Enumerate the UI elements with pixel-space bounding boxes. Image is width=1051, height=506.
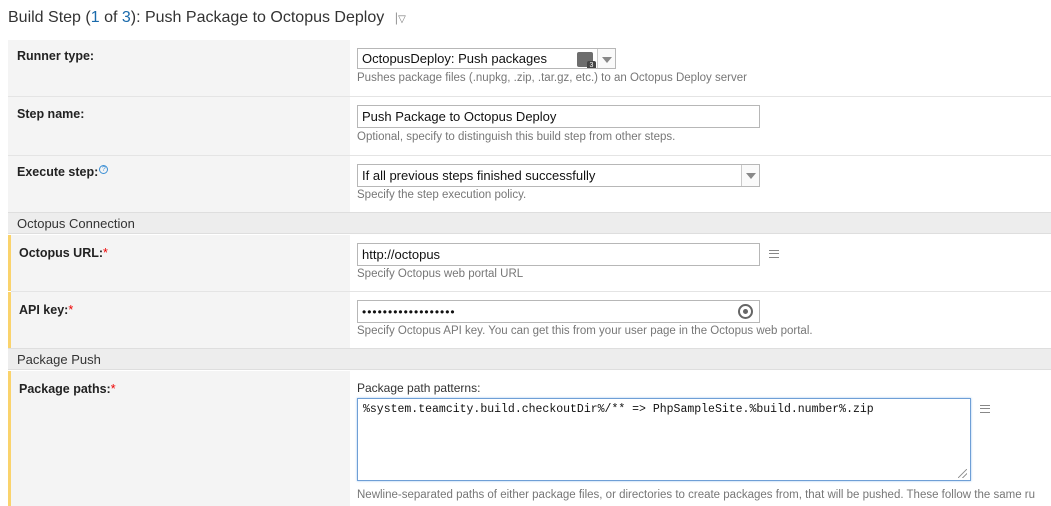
step-total-link[interactable]: 3 <box>122 9 131 26</box>
step-menu-icon[interactable]: ▽ <box>398 14 406 25</box>
api-key-label-text: API key: <box>19 303 69 317</box>
parameters-list-icon[interactable] <box>980 405 990 413</box>
execute-step-select[interactable]: If all previous steps finished successfu… <box>357 164 760 187</box>
octopus-url-row: Octopus URL:* http://octopus Specify Oct… <box>8 235 1051 291</box>
execute-step-hint: Specify the step execution policy. <box>357 189 527 201</box>
step-name-cell: Push Package to Octopus Deploy Optional,… <box>350 97 1051 155</box>
resize-grip-icon[interactable] <box>958 469 967 478</box>
octopus-url-cell: http://octopus Specify Octopus web porta… <box>350 235 1051 291</box>
section-package-push: Package Push <box>8 348 1051 370</box>
teamcity-runner-icon <box>577 52 596 68</box>
required-marker: * <box>103 246 108 260</box>
title-prefix: Build Step ( <box>8 9 91 26</box>
octopus-url-label-text: Octopus URL: <box>19 246 104 260</box>
chevron-down-icon[interactable] <box>597 49 615 68</box>
api-key-cell: •••••••••••••••••• Specify Octopus API k… <box>350 292 1051 348</box>
runner-type-value: OctopusDeploy: Push packages <box>362 51 547 66</box>
help-icon[interactable]: ? <box>99 165 109 174</box>
runner-type-select[interactable]: OctopusDeploy: Push packages <box>357 48 616 69</box>
chevron-down-icon[interactable] <box>741 165 759 186</box>
parameters-list-icon[interactable] <box>769 250 779 258</box>
package-paths-caption: Package path patterns: <box>357 381 481 395</box>
title-suffix: ): Push Package to Octopus Deploy <box>130 9 385 26</box>
api-key-input[interactable]: •••••••••••••••••• <box>357 300 760 323</box>
section-octopus-connection: Octopus Connection <box>8 212 1051 234</box>
api-key-row: API key:* •••••••••••••••••• Specify Oct… <box>8 292 1051 348</box>
package-paths-label: Package paths:* <box>19 382 116 396</box>
page-title: Build Step (1 of 3): Push Package to Oct… <box>8 9 406 27</box>
step-name-label: Step name: <box>17 107 85 121</box>
runner-type-hint: Pushes package files (.nupkg, .zip, .tar… <box>357 72 747 84</box>
runner-type-label: Runner type: <box>17 49 95 63</box>
step-name-row: Step name: Push Package to Octopus Deplo… <box>8 97 1051 155</box>
execute-step-cell: If all previous steps finished successfu… <box>350 156 1051 212</box>
execute-step-label-text: Execute step: <box>17 165 99 179</box>
step-name-input[interactable]: Push Package to Octopus Deploy <box>357 105 760 128</box>
api-key-label: API key:* <box>19 303 73 317</box>
show-password-icon[interactable] <box>738 304 753 319</box>
runner-type-row: Runner type: OctopusDeploy: Push package… <box>8 40 1051 96</box>
step-current-link[interactable]: 1 <box>91 9 100 26</box>
execute-step-value: If all previous steps finished successfu… <box>362 168 596 183</box>
package-paths-hint: Newline-separated paths of either packag… <box>357 489 1036 501</box>
package-paths-label-text: Package paths: <box>19 382 111 396</box>
package-paths-textarea[interactable] <box>357 398 971 481</box>
required-marker: * <box>68 303 74 317</box>
step-name-hint: Optional, specify to distinguish this bu… <box>357 131 676 143</box>
octopus-url-label: Octopus URL:* <box>19 246 108 260</box>
octopus-url-input[interactable]: http://octopus <box>357 243 760 266</box>
required-marker: * <box>110 382 116 396</box>
execute-step-label: Execute step:? <box>17 165 109 179</box>
title-of: of <box>99 9 122 26</box>
api-key-hint: Specify Octopus API key. You can get thi… <box>357 325 813 337</box>
api-key-value: •••••••••••••••••• <box>362 305 456 319</box>
package-paths-cell: Package path patterns: Newline-separated… <box>350 371 1051 506</box>
execute-step-row: Execute step:? If all previous steps fin… <box>8 156 1051 212</box>
runner-type-cell: OctopusDeploy: Push packages Pushes pack… <box>350 40 1051 96</box>
octopus-url-hint: Specify Octopus web portal URL <box>357 268 524 280</box>
package-paths-row: Package paths:* Package path patterns: N… <box>8 371 1051 506</box>
